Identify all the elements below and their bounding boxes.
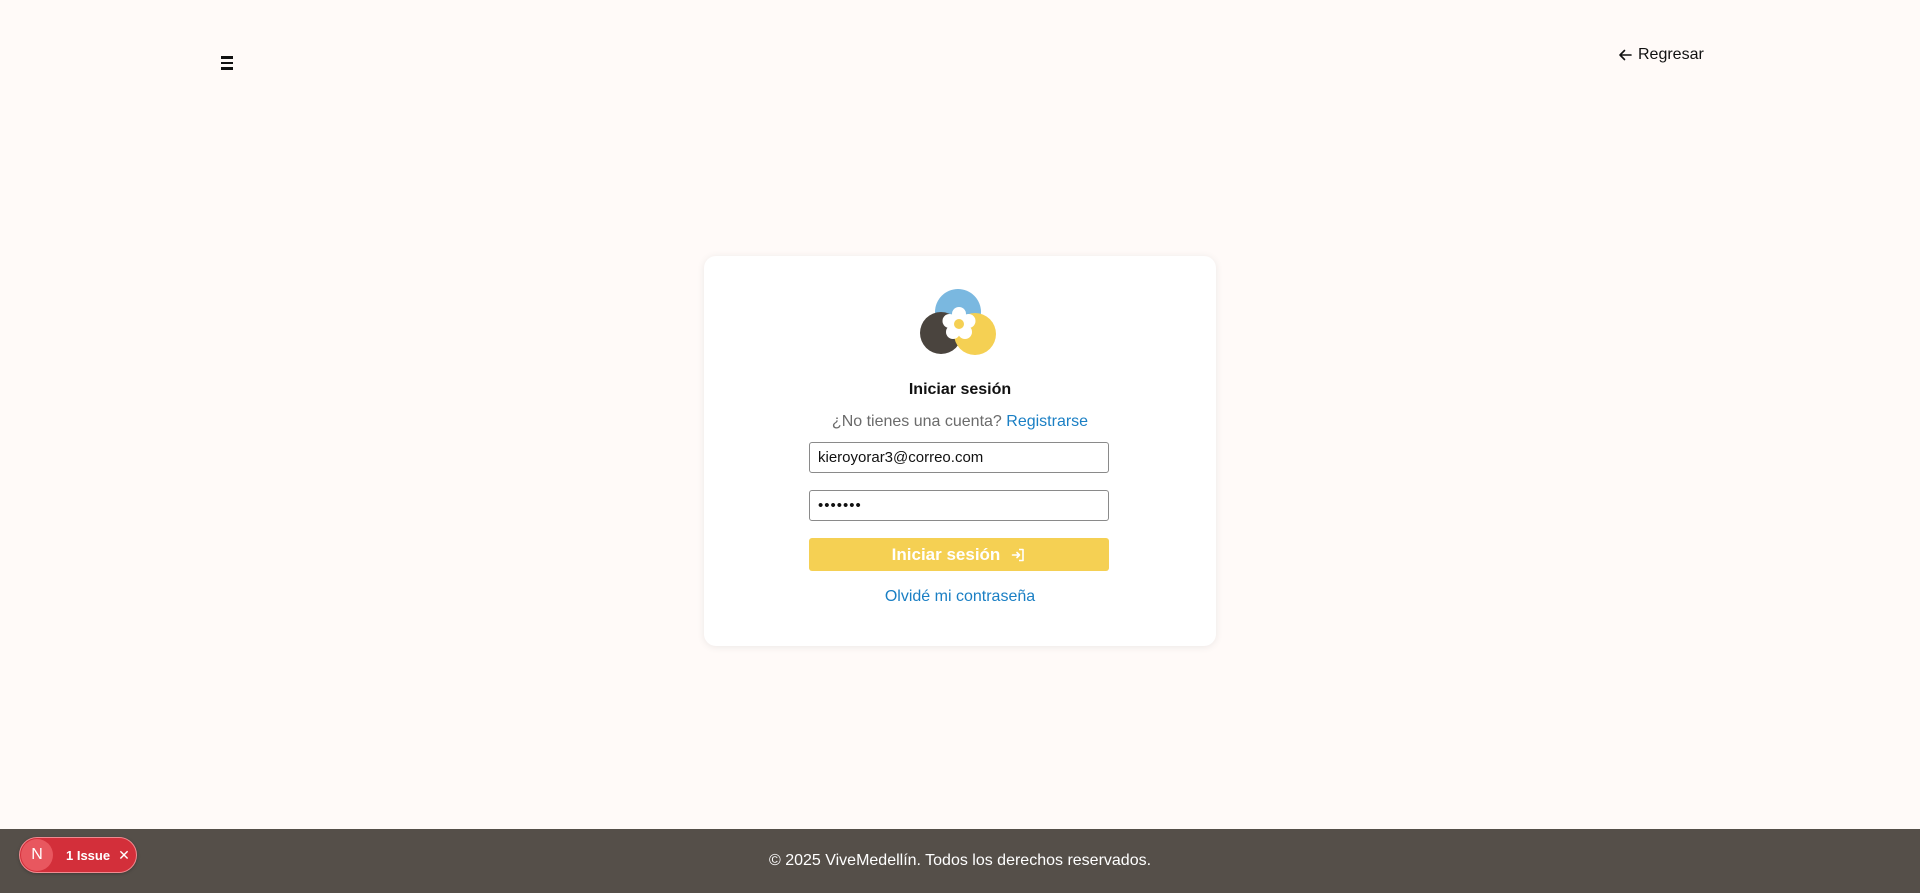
hamburger-icon-bar: [221, 56, 233, 59]
hamburger-icon-bar: [221, 61, 233, 65]
login-page: Regresar Iniciar sesión ¿No tienes una c…: [0, 0, 1920, 893]
devtools-avatar[interactable]: N: [21, 839, 53, 871]
password-field[interactable]: [809, 490, 1109, 521]
login-title: Iniciar sesión: [908, 381, 1012, 398]
signup-prompt: ¿No tienes una cuenta? Registrarse: [704, 413, 1216, 431]
back-link-label: Regresar: [1638, 46, 1704, 63]
hamburger-icon-bar: [221, 67, 233, 70]
hamburger-menu-button[interactable]: [218, 54, 236, 72]
log-in-icon: [1012, 548, 1025, 561]
close-icon[interactable]: ✕: [118, 847, 130, 864]
footer-copyright: © 2025 ViveMedellín. Todos los derechos …: [768, 852, 1152, 869]
login-button[interactable]: Iniciar sesión: [809, 538, 1109, 571]
devtools-issue-badge[interactable]: N 1 Issue ✕: [19, 837, 137, 873]
login-card: Iniciar sesión ¿No tienes una cuenta? Re…: [704, 256, 1216, 646]
vivemedellin-logo: [920, 289, 996, 355]
login-button-label: Iniciar sesión: [891, 544, 1001, 564]
forgot-password-link[interactable]: Olvidé mi contraseña: [704, 588, 1216, 606]
email-field[interactable]: [809, 442, 1109, 473]
arrow-left-icon: [1619, 49, 1632, 61]
footer: © 2025 ViveMedellín. Todos los derechos …: [0, 829, 1920, 893]
signup-link[interactable]: Registrarse: [1006, 413, 1088, 430]
signup-prompt-text: ¿No tienes una cuenta?: [831, 413, 1002, 430]
back-link[interactable]: Regresar: [1618, 46, 1704, 64]
issue-count-label[interactable]: 1 Issue: [66, 848, 110, 863]
